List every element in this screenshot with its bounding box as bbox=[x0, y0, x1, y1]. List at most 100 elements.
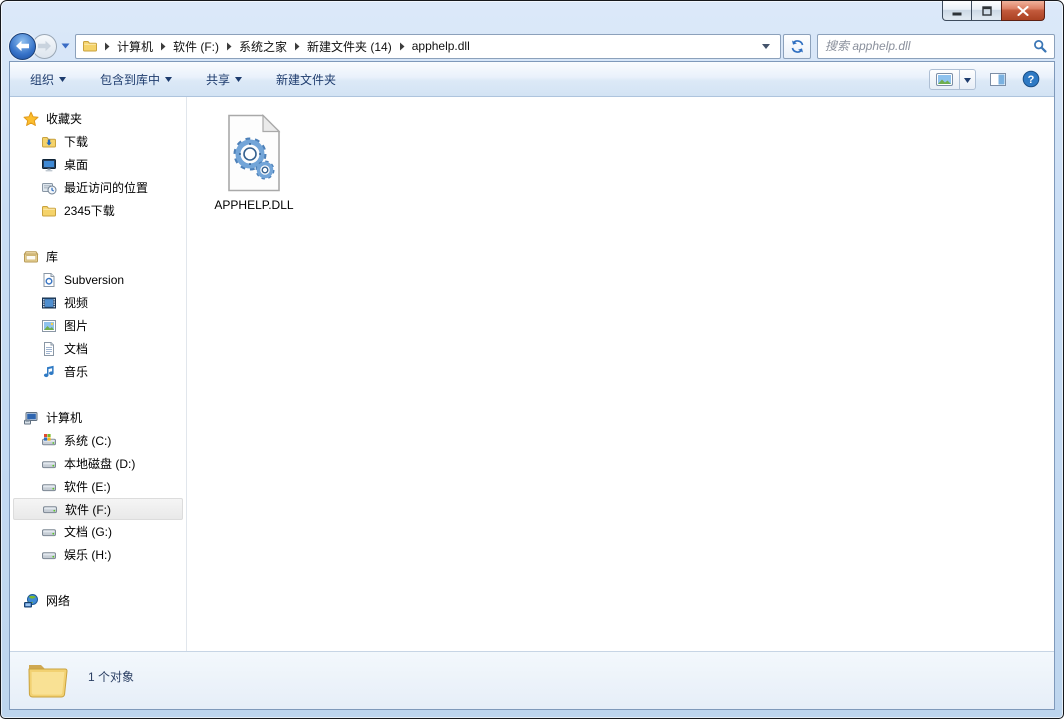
sidebar-section-computer: 计算机系统 (C:) 本地磁盘 (D:) 软件 (E:) 软件 (F:) 文档 (G:)… bbox=[10, 406, 186, 566]
search-input[interactable] bbox=[825, 39, 1033, 53]
toolbar-button-label: 新建文件夹 bbox=[276, 71, 336, 88]
sidebar-item-label: 音乐 bbox=[64, 363, 88, 380]
change-view-button-main[interactable] bbox=[930, 70, 959, 89]
sidebar-item-drive-d[interactable]: 本地磁盘 (D:) bbox=[10, 452, 186, 475]
sidebar-item-subversion[interactable]: Subversion bbox=[10, 268, 186, 291]
sidebar-item-label: 软件 (F:) bbox=[65, 501, 111, 518]
new-folder-button[interactable]: 新建文件夹 bbox=[266, 67, 346, 92]
drive-icon bbox=[41, 547, 57, 563]
sidebar-section-network: 网络 bbox=[10, 589, 186, 612]
minimize-button[interactable] bbox=[942, 1, 972, 21]
svg-text:?: ? bbox=[1028, 74, 1035, 86]
recent-pages-button[interactable] bbox=[61, 43, 70, 49]
change-view-button[interactable] bbox=[929, 69, 976, 90]
sidebar-section-header-network[interactable]: 网络 bbox=[10, 589, 186, 612]
magnifier-icon bbox=[1033, 39, 1047, 53]
navigation-pane: 收藏夹下载桌面最近访问的位置 2345下载库 Subversion 视频图片文档音乐计… bbox=[10, 97, 187, 651]
explorer-window: 计算机软件 (F:)系统之家新建文件夹 (14)apphelp.dll 组织包含… bbox=[0, 0, 1064, 719]
sidebar-item-label: 软件 (E:) bbox=[64, 478, 111, 495]
sidebar-item-drive-c[interactable]: 系统 (C:) bbox=[10, 429, 186, 452]
sidebar-item-drive-e[interactable]: 软件 (E:) bbox=[10, 475, 186, 498]
navigation-bar: 计算机软件 (F:) 系统之家新建文件夹 (14) apphelp.dll bbox=[1, 31, 1063, 61]
sidebar-item-downloads[interactable]: 下载 bbox=[10, 130, 186, 153]
file-item-apphelp-dll[interactable]: APPHELP.DLL bbox=[198, 110, 310, 215]
drive-icon bbox=[41, 456, 57, 472]
breadcrumb-item-apphelp-dll[interactable]: apphelp.dll bbox=[409, 37, 473, 55]
sidebar-item-pictures[interactable]: 图片 bbox=[10, 314, 186, 337]
sidebar-item-recent-places[interactable]: 最近访问的位置 bbox=[10, 176, 186, 199]
back-arrow-icon bbox=[15, 40, 30, 52]
details-pane: 1 个对象 bbox=[10, 651, 1054, 709]
help-icon: ? bbox=[1022, 70, 1040, 88]
sidebar-item-documents[interactable]: 文档 bbox=[10, 337, 186, 360]
breadcrumb-separator-icon bbox=[399, 42, 405, 51]
documents-icon bbox=[41, 341, 57, 357]
sidebar-section-favorites: 收藏夹下载桌面最近访问的位置 2345下载 bbox=[10, 107, 186, 222]
sidebar-item-music[interactable]: 音乐 bbox=[10, 360, 186, 383]
address-dropdown-button[interactable] bbox=[756, 44, 776, 49]
drive-icon bbox=[42, 501, 58, 517]
chevron-down-icon bbox=[964, 70, 971, 88]
toolbar-button-label: 共享 bbox=[206, 71, 230, 88]
refresh-icon bbox=[790, 39, 805, 54]
sidebar-item-label: 娱乐 (H:) bbox=[64, 546, 111, 563]
preview-pane-button[interactable] bbox=[988, 71, 1008, 88]
close-button[interactable] bbox=[1001, 1, 1045, 21]
caption-buttons bbox=[942, 1, 1045, 21]
saved-search-icon bbox=[41, 272, 57, 288]
back-button[interactable] bbox=[9, 33, 36, 60]
sidebar-item-label: 桌面 bbox=[64, 156, 88, 173]
sidebar-section-label: 收藏夹 bbox=[46, 110, 82, 127]
network-icon bbox=[23, 593, 39, 609]
music-icon bbox=[41, 364, 57, 380]
sidebar-section-header-libraries[interactable]: 库 bbox=[10, 245, 186, 268]
folder-large-icon bbox=[24, 658, 70, 702]
sidebar-item-drive-h[interactable]: 娱乐 (H:) bbox=[10, 543, 186, 566]
help-button[interactable]: ? bbox=[1020, 68, 1042, 90]
sidebar-item-drive-g[interactable]: 文档 (G:) bbox=[10, 520, 186, 543]
sidebar-section-header-computer[interactable]: 计算机 bbox=[10, 406, 186, 429]
close-icon bbox=[1017, 6, 1029, 16]
recent-places-icon bbox=[41, 180, 57, 196]
sidebar-item-videos[interactable]: 视频 bbox=[10, 291, 186, 314]
item-count: 1 个对象 bbox=[88, 668, 134, 685]
sidebar-item-drive-f[interactable]: 软件 (F:) bbox=[13, 498, 183, 520]
file-list-area[interactable]: APPHELP.DLL bbox=[187, 97, 1054, 651]
dll-file-icon bbox=[224, 113, 284, 193]
sidebar-section-label: 计算机 bbox=[46, 409, 82, 426]
system-drive-icon bbox=[41, 433, 57, 449]
organize-button[interactable]: 组织 bbox=[20, 67, 76, 92]
breadcrumb-item-new-folder-14[interactable]: 新建文件夹 (14) bbox=[304, 36, 395, 57]
folder-icon bbox=[41, 203, 57, 219]
maximize-button[interactable] bbox=[972, 1, 1001, 21]
chevron-down-icon bbox=[762, 44, 770, 49]
chevron-down-icon bbox=[235, 77, 242, 82]
desktop-monitor-icon bbox=[41, 157, 57, 173]
breadcrumb-item-computer[interactable]: 计算机 bbox=[114, 36, 156, 57]
address-bar[interactable]: 计算机软件 (F:) 系统之家新建文件夹 (14) apphelp.dll bbox=[75, 34, 781, 59]
toolbar-button-label: 包含到库中 bbox=[100, 71, 160, 88]
breadcrumb-separator-icon bbox=[160, 42, 166, 51]
sidebar-item-label: 2345下载 bbox=[64, 202, 115, 219]
sidebar-section-label: 库 bbox=[46, 248, 58, 265]
sidebar-item-label: 本地磁盘 (D:) bbox=[64, 455, 135, 472]
sidebar-section-label: 网络 bbox=[46, 592, 70, 609]
sidebar-section-header-favorites[interactable]: 收藏夹 bbox=[10, 107, 186, 130]
title-bar[interactable] bbox=[1, 1, 1063, 31]
sidebar-item-label: 文档 (G:) bbox=[64, 523, 112, 540]
refresh-button[interactable] bbox=[783, 34, 811, 59]
sidebar-item-2345-downloads[interactable]: 2345下载 bbox=[10, 199, 186, 222]
breadcrumb-item-xitongzhijia[interactable]: 系统之家 bbox=[236, 36, 290, 57]
chevron-down-icon bbox=[165, 77, 172, 82]
include-in-library-button[interactable]: 包含到库中 bbox=[90, 67, 182, 92]
breadcrumb-separator-icon bbox=[294, 42, 300, 51]
sidebar-item-label: 系统 (C:) bbox=[64, 432, 111, 449]
change-view-dropdown[interactable] bbox=[959, 70, 975, 89]
share-button[interactable]: 共享 bbox=[196, 67, 252, 92]
command-toolbar: 组织 包含到库中 共享 新建文件夹 ? bbox=[10, 62, 1054, 97]
breadcrumb-item-drive-f[interactable]: 软件 (F:) bbox=[170, 36, 222, 57]
sidebar-item-label: 视频 bbox=[64, 294, 88, 311]
sidebar-item-desktop[interactable]: 桌面 bbox=[10, 153, 186, 176]
minimize-icon bbox=[952, 6, 962, 16]
chevron-down-icon bbox=[59, 77, 66, 82]
